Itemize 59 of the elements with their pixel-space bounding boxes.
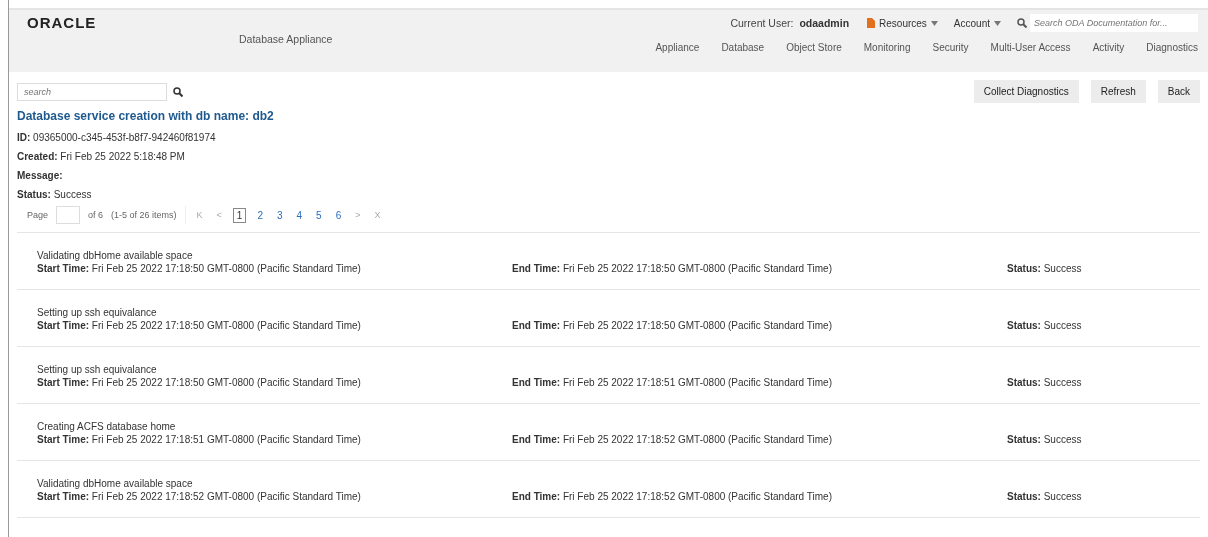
search-field[interactable]: search bbox=[17, 82, 167, 101]
nav-link[interactable]: Object Store bbox=[786, 42, 842, 53]
menu-button[interactable]: Account bbox=[953, 17, 1001, 29]
job-detail: Created: Fri Feb 25 2022 5:18:48 PM bbox=[17, 150, 186, 164]
start-time: Start Time: Fri Feb 25 2022 17:18:51 GMT-0800 (Pacific Standard Time) bbox=[37, 434, 362, 445]
toolbar-button[interactable]: Back bbox=[1157, 80, 1200, 103]
task-name: Validating dbHome available space bbox=[37, 250, 194, 261]
toolbar-button[interactable]: Refresh bbox=[1090, 80, 1146, 103]
page-count: of 6 bbox=[88, 210, 104, 220]
page-number[interactable]: 1 bbox=[232, 207, 247, 223]
task-status: Status: Success bbox=[1007, 434, 1082, 445]
page-number[interactable]: 2 bbox=[254, 208, 266, 222]
nav-link[interactable]: Activity bbox=[1092, 42, 1125, 53]
search-icon[interactable] bbox=[173, 86, 183, 97]
end-time: End Time: Fri Feb 25 2022 17:18:51 GMT-0800 (Pacific Standard Time) bbox=[512, 377, 833, 388]
end-time: End Time: Fri Feb 25 2022 17:18:52 GMT-0800 (Pacific Standard Time) bbox=[512, 434, 833, 445]
page-input[interactable] bbox=[56, 206, 81, 224]
page-number[interactable]: 3 bbox=[274, 208, 286, 222]
task-name: Validating dbHome available space bbox=[37, 478, 194, 489]
start-time: Start Time: Fri Feb 25 2022 17:18:50 GMT-0800 (Pacific Standard Time) bbox=[37, 320, 362, 331]
menu-button[interactable]: Resources bbox=[867, 17, 938, 29]
job-detail: Status: Success bbox=[17, 188, 93, 202]
end-time: End Time: Fri Feb 25 2022 17:18:50 GMT-0800 (Pacific Standard Time) bbox=[512, 320, 833, 331]
page-label: Page bbox=[27, 210, 49, 220]
end-time: End Time: Fri Feb 25 2022 17:18:52 GMT-0800 (Pacific Standard Time) bbox=[512, 491, 833, 502]
search-icon[interactable] bbox=[1017, 18, 1027, 28]
toolbar-button[interactable]: Collect Diagnostics bbox=[973, 80, 1079, 103]
job-detail: Message: bbox=[17, 169, 64, 183]
task-status: Status: Success bbox=[1007, 263, 1082, 274]
user-name: odaadmin bbox=[799, 17, 850, 29]
start-time: Start Time: Fri Feb 25 2022 17:18:50 GMT-0800 (Pacific Standard Time) bbox=[37, 263, 362, 274]
search-field[interactable]: Search ODA Documentation for... bbox=[1030, 14, 1198, 32]
end-time: End Time: Fri Feb 25 2022 17:18:50 GMT-0800 (Pacific Standard Time) bbox=[512, 263, 833, 274]
start-time: Start Time: Fri Feb 25 2022 17:18:52 GMT-0800 (Pacific Standard Time) bbox=[37, 491, 362, 502]
start-time: Start Time: Fri Feb 25 2022 17:18:50 GMT-0800 (Pacific Standard Time) bbox=[37, 377, 362, 388]
product-name: Database Appliance bbox=[239, 33, 333, 45]
page-number[interactable]: 5 bbox=[313, 208, 325, 222]
task-name: Creating ACFS database home bbox=[37, 421, 177, 432]
page-number[interactable]: 4 bbox=[293, 208, 306, 222]
nav-link[interactable]: Appliance bbox=[655, 42, 700, 53]
user-label: Current User: bbox=[730, 17, 794, 29]
item-range: (1-5 of 26 items) bbox=[111, 210, 177, 220]
job-title: Database service creation with db name: db2 bbox=[17, 109, 275, 123]
task-name: Setting up ssh equivalance bbox=[37, 307, 158, 318]
caret-icon bbox=[994, 20, 1001, 26]
nav-link[interactable]: Database bbox=[721, 42, 765, 53]
nav-link[interactable]: Security bbox=[932, 42, 969, 53]
caret-icon bbox=[930, 20, 938, 26]
task-name: Setting up ssh equivalance bbox=[37, 364, 158, 375]
nav-link[interactable]: Diagnostics bbox=[1146, 42, 1198, 53]
document-icon bbox=[867, 18, 876, 28]
logo: ORACLE bbox=[27, 14, 98, 31]
job-detail: ID: 09365000-c345-453f-b8f7-942460f81974 bbox=[17, 131, 217, 145]
nav-link[interactable]: Multi-User Access bbox=[990, 42, 1071, 53]
task-status: Status: Success bbox=[1007, 320, 1082, 331]
nav-link[interactable]: Monitoring bbox=[863, 42, 911, 53]
task-status: Status: Success bbox=[1007, 377, 1082, 388]
page-number[interactable]: 6 bbox=[332, 208, 345, 222]
task-status: Status: Success bbox=[1007, 491, 1082, 502]
